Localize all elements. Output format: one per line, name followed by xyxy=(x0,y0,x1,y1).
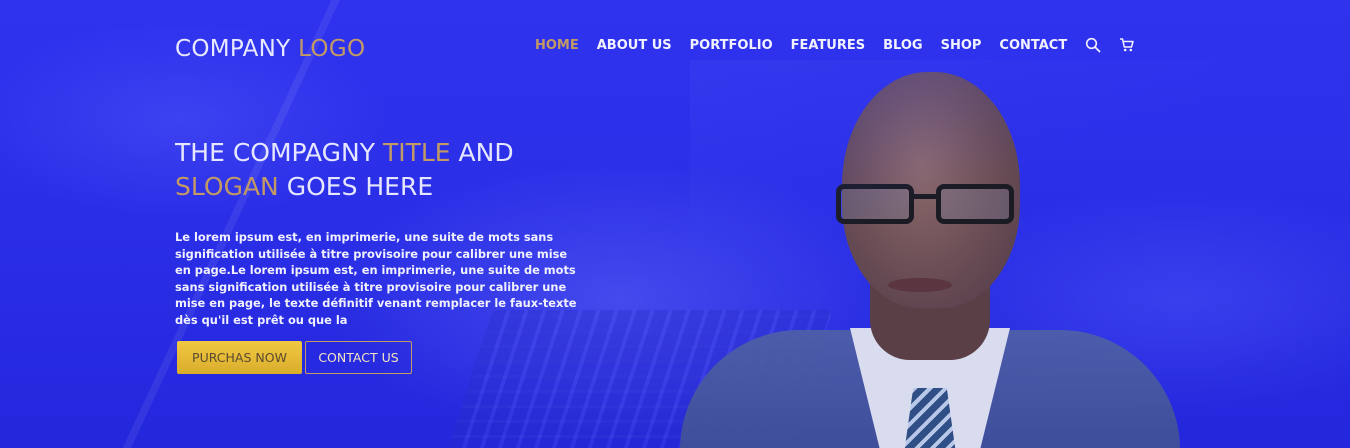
title-part-1: THE COMPAGNY xyxy=(175,138,375,167)
contact-us-button[interactable]: CONTACT US xyxy=(305,341,412,374)
hero-title: THE COMPAGNY TITLE AND SLOGAN GOES HERE xyxy=(175,136,615,204)
nav-home[interactable]: HOME xyxy=(535,38,579,53)
nav-contact[interactable]: CONTACT xyxy=(999,38,1067,53)
title-accent-1: TITLE xyxy=(382,138,451,167)
title-part-3: GOES HERE xyxy=(286,172,434,201)
glasses-bridge xyxy=(912,194,938,199)
nav-about-us[interactable]: ABOUT US xyxy=(597,38,672,53)
nav-blog[interactable]: BLOG xyxy=(883,38,922,53)
logo-main-text: COMPANY xyxy=(175,36,291,62)
main-nav: HOME ABOUT US PORTFOLIO FEATURES BLOG SH… xyxy=(535,37,1135,53)
person-photo xyxy=(680,70,1200,448)
nav-shop[interactable]: SHOP xyxy=(941,38,982,53)
search-icon[interactable] xyxy=(1085,37,1101,53)
hero-description: Le lorem ipsum est, en imprimerie, une s… xyxy=(175,230,577,327)
cart-icon[interactable] xyxy=(1119,37,1135,53)
glasses-shape xyxy=(832,184,1018,226)
purchase-now-button[interactable]: PURCHAS NOW xyxy=(177,341,302,374)
nav-features[interactable]: FEATURES xyxy=(791,38,866,53)
title-part-2: AND xyxy=(458,138,514,167)
left-lens xyxy=(836,184,914,224)
right-lens xyxy=(936,184,1014,224)
title-accent-2: SLOGAN xyxy=(175,172,279,201)
logo-accent-text: LOGO xyxy=(298,36,366,62)
mouth-shape xyxy=(888,278,952,292)
nav-portfolio[interactable]: PORTFOLIO xyxy=(690,38,773,53)
company-logo[interactable]: COMPANY LOGO xyxy=(175,36,365,62)
